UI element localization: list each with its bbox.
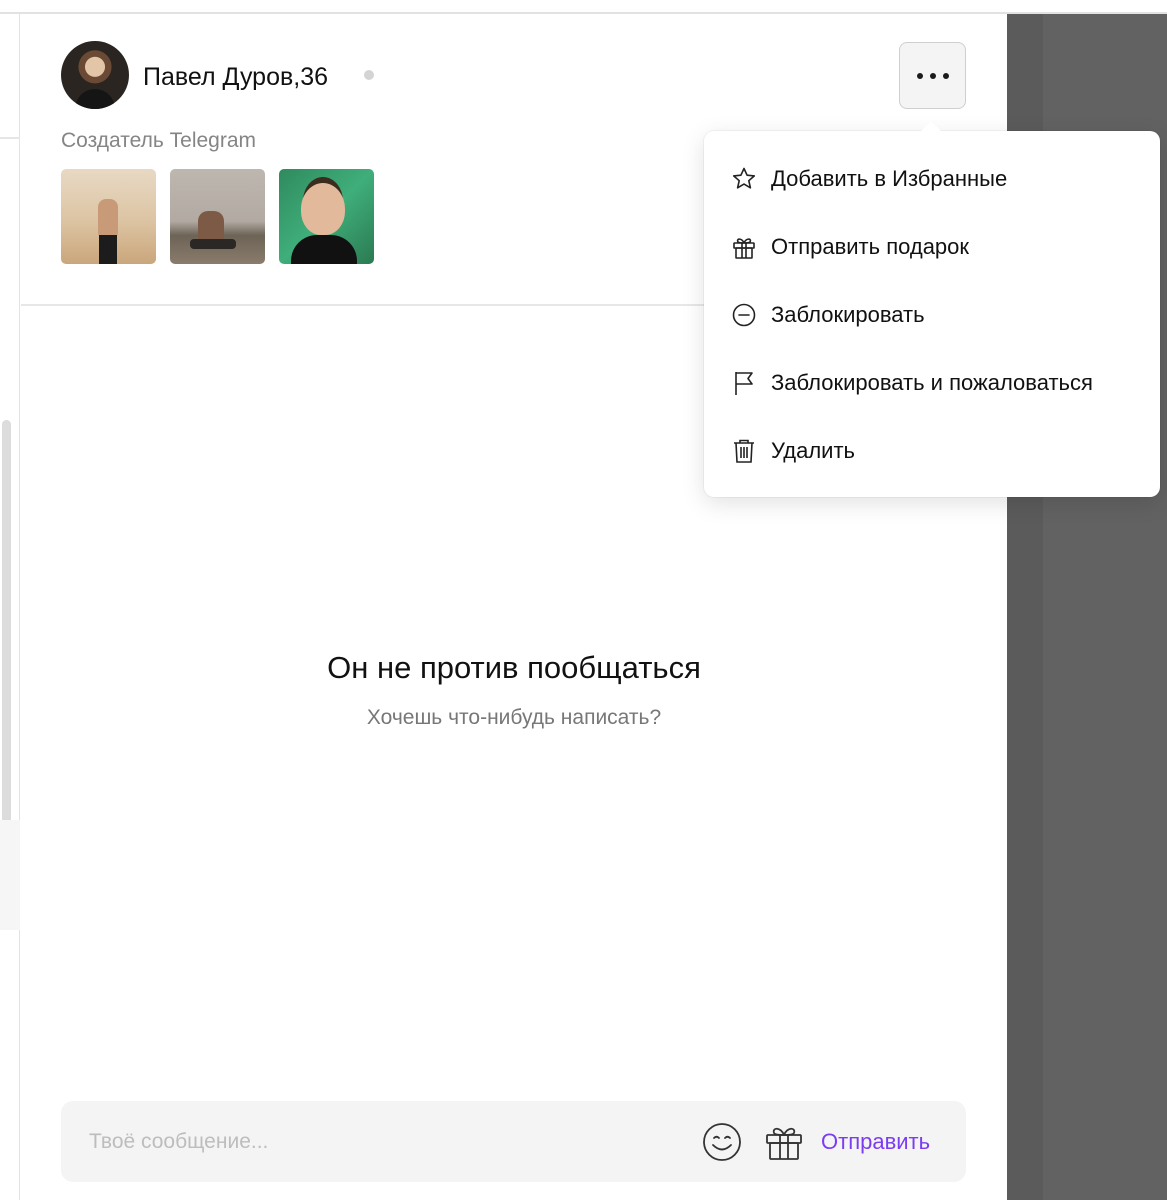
profile-bio: Создатель Telegram [61, 129, 257, 152]
menu-item-delete[interactable]: Удалить [704, 423, 1160, 479]
message-composer: Отправить [61, 1101, 966, 1182]
profile-photo-3[interactable] [279, 169, 374, 264]
menu-item-send-gift[interactable]: Отправить подарок [704, 219, 1160, 275]
more-dot-icon [929, 72, 936, 79]
menu-item-block-report[interactable]: Заблокировать и пожаловаться [704, 355, 1160, 411]
empty-state-title: Он не против пообщаться [327, 650, 701, 685]
profile-name-age: Павел Дуров,36 [143, 63, 329, 91]
status-dot [364, 70, 374, 80]
send-button[interactable]: Отправить [821, 1127, 930, 1157]
message-input[interactable] [61, 1101, 681, 1182]
options-dropdown-menu: Добавить в Избранные Отправить подарок З… [704, 121, 1160, 497]
left-sidebar-edge [0, 14, 20, 1200]
menu-item-block[interactable]: Заблокировать [704, 287, 1160, 343]
menu-item-label: Отправить подарок [771, 234, 970, 259]
profile-photo-1[interactable] [61, 169, 156, 264]
more-dot-icon [942, 72, 949, 79]
window-top-border [0, 0, 1167, 14]
menu-item-add-favorites[interactable]: Добавить в Избранные [704, 151, 1160, 207]
avatar[interactable] [61, 41, 129, 109]
more-options-button[interactable] [899, 42, 966, 109]
more-dot-icon [916, 72, 923, 79]
gift-icon [731, 234, 757, 260]
smile-icon[interactable] [701, 1121, 743, 1163]
profile-photo-2[interactable] [170, 169, 265, 264]
menu-item-label: Заблокировать и пожаловаться [771, 370, 1093, 395]
sidebar-divider [0, 137, 20, 139]
profile-photos [61, 169, 374, 264]
flag-icon [731, 370, 757, 396]
menu-item-label: Удалить [771, 438, 855, 463]
sidebar-list-item[interactable] [0, 820, 20, 930]
trash-icon [731, 438, 757, 464]
block-icon [731, 302, 757, 328]
menu-item-label: Заблокировать [771, 302, 925, 327]
menu-item-label: Добавить в Избранные [771, 166, 1008, 191]
star-icon [731, 166, 757, 192]
gift-icon[interactable] [763, 1121, 805, 1163]
empty-state-subtitle: Хочешь что-нибудь написать? [366, 706, 662, 729]
sidebar-scrollbar[interactable] [2, 420, 11, 822]
